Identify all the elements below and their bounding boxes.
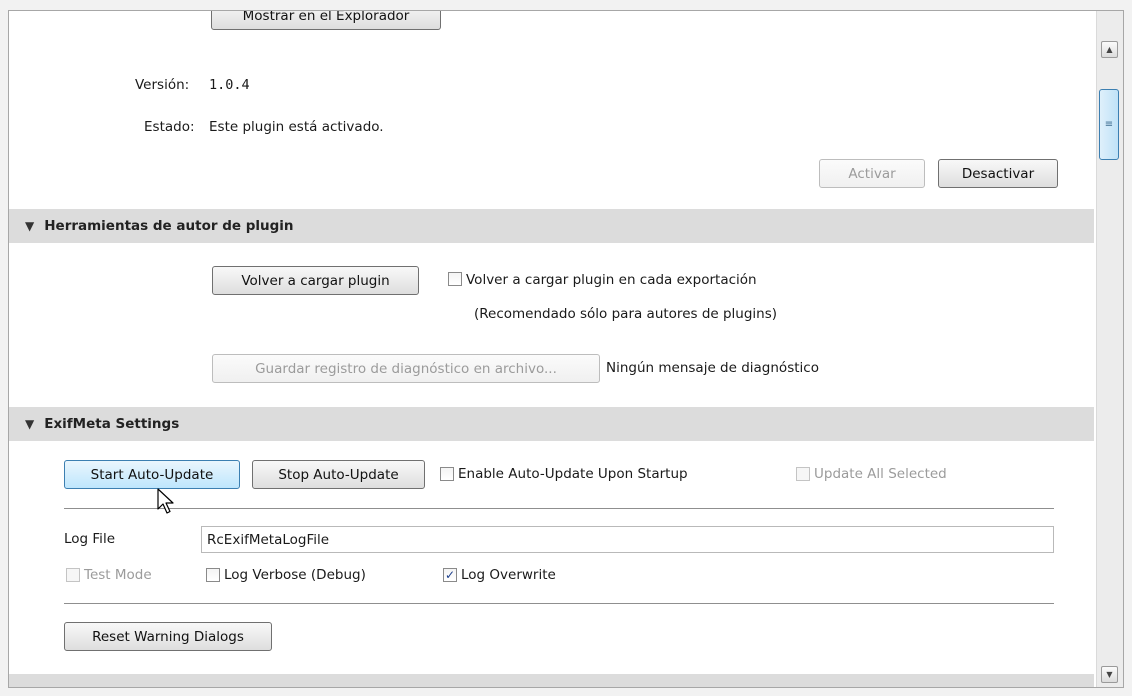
version-value: 1.0.4 [209, 77, 250, 93]
log-file-label: Log File [64, 531, 115, 547]
save-diagnostic-log-button[interactable]: Guardar registro de diagnóstico en archi… [212, 354, 600, 383]
show-in-explorer-button[interactable]: Mostrar en el Explorador [211, 11, 441, 30]
deactivate-button[interactable]: Desactivar [938, 159, 1058, 188]
diagnostic-message: Ningún mensaje de diagnóstico [606, 360, 819, 376]
log-file-input[interactable]: RcExifMetaLogFile [201, 526, 1054, 553]
enable-on-startup-label[interactable]: Enable Auto-Update Upon Startup [458, 466, 688, 482]
status-label: Estado: [144, 119, 195, 135]
grip-icon: ≡ [1104, 119, 1114, 130]
reload-plugin-button[interactable]: Volver a cargar plugin [212, 266, 419, 295]
update-all-selected-checkbox[interactable]: ✓ [796, 467, 810, 481]
checkmark-icon: ✓ [444, 568, 456, 582]
exifmeta-section-header[interactable]: ▼ ExifMeta Settings [9, 407, 1094, 441]
bottom-band [9, 674, 1094, 687]
status-value: Este plugin está activado. [209, 119, 384, 135]
log-overwrite-checkbox[interactable]: ✓ [443, 568, 457, 582]
update-all-selected-label[interactable]: Update All Selected [814, 466, 947, 482]
log-verbose-checkbox[interactable]: ✓ [206, 568, 220, 582]
author-tools-section-header[interactable]: ▼ Herramientas de autor de plugin [9, 209, 1094, 243]
reload-each-export-checkbox[interactable]: ✓ [448, 272, 462, 286]
mouse-pointer-icon [157, 488, 174, 514]
plugin-settings-content: Mostrar en el Explorador Versión: 1.0.4 … [9, 11, 1094, 687]
version-label: Versión: [135, 77, 190, 93]
recommended-note: (Recomendado sólo para autores de plugin… [474, 306, 778, 322]
author-tools-title: Herramientas de autor de plugin [44, 218, 294, 234]
stop-auto-update-button[interactable]: Stop Auto-Update [252, 460, 425, 489]
scroll-down-button[interactable]: ▼ [1101, 666, 1118, 683]
log-overwrite-label[interactable]: Log Overwrite [461, 567, 556, 583]
log-verbose-label[interactable]: Log Verbose (Debug) [224, 567, 366, 583]
scroll-up-button[interactable]: ▲ [1101, 41, 1118, 58]
arrow-up-icon: ▲ [1106, 45, 1113, 54]
triangle-down-icon: ▼ [25, 219, 35, 233]
reset-warning-dialogs-button[interactable]: Reset Warning Dialogs [64, 622, 272, 651]
vertical-scrollbar[interactable]: ▲ ≡ ▼ [1096, 11, 1123, 687]
test-mode-label[interactable]: Test Mode [84, 567, 152, 583]
start-auto-update-button[interactable]: Start Auto-Update [64, 460, 240, 489]
divider [64, 603, 1054, 604]
arrow-down-icon: ▼ [1106, 670, 1113, 679]
divider [64, 508, 1054, 509]
triangle-down-icon: ▼ [25, 417, 35, 431]
activate-button[interactable]: Activar [819, 159, 925, 188]
test-mode-checkbox[interactable]: ✓ [66, 568, 80, 582]
enable-on-startup-checkbox[interactable]: ✓ [440, 467, 454, 481]
plugin-manager-panel: Mostrar en el Explorador Versión: 1.0.4 … [8, 10, 1124, 688]
reload-each-export-label[interactable]: Volver a cargar plugin en cada exportaci… [466, 272, 757, 288]
scrollbar-thumb[interactable]: ≡ [1099, 89, 1119, 160]
exifmeta-title: ExifMeta Settings [44, 416, 180, 432]
